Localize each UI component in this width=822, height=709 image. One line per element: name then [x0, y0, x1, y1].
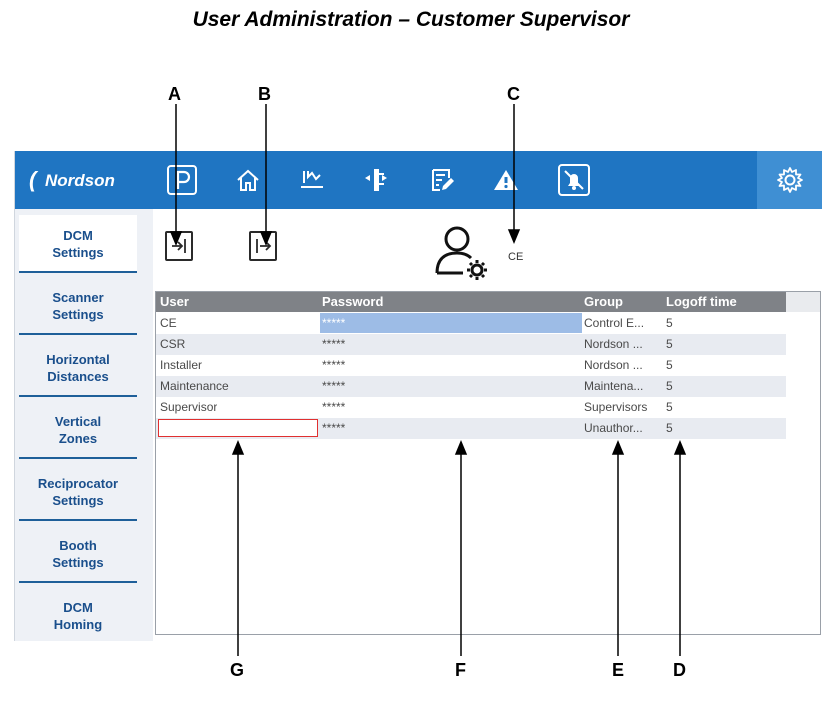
callout-leaders: [169, 104, 687, 656]
